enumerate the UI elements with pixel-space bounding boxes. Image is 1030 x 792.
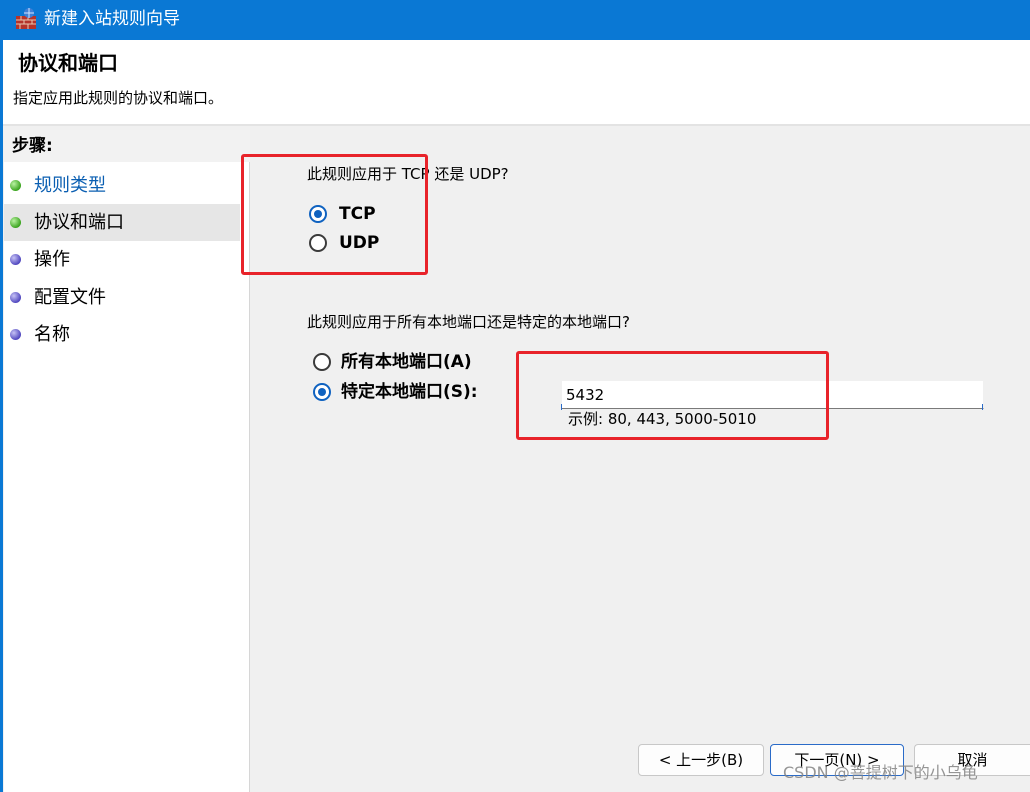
header-divider: [3, 124, 1030, 126]
all-ports-option[interactable]: 所有本地端口(A): [313, 351, 472, 373]
step-label[interactable]: 规则类型: [34, 174, 106, 198]
page-description: 指定应用此规则的协议和端口。: [13, 89, 224, 107]
annotation-box-protocol: [241, 154, 428, 275]
steps-heading: 步骤:: [4, 130, 250, 162]
step-protocol-ports: 协议和端口: [4, 204, 240, 241]
window-left-border: [0, 40, 3, 792]
ports-question: 此规则应用于所有本地端口还是特定的本地端口?: [307, 313, 630, 331]
step-pending-dot-icon: [10, 292, 21, 303]
window-title: 新建入站规则向导: [44, 9, 180, 29]
step-name: 名称: [4, 316, 240, 353]
step-pending-dot-icon: [10, 329, 21, 340]
specific-ports-radio[interactable]: [313, 383, 331, 401]
steps-sidebar: 步骤: 规则类型 协议和端口 操作 配置文件 名称: [4, 130, 250, 792]
firewall-icon: [16, 8, 36, 29]
page-title: 协议和端口: [18, 51, 118, 75]
step-complete-dot-icon: [10, 217, 21, 228]
back-button[interactable]: < 上一步(B): [638, 744, 764, 776]
title-bar[interactable]: 新建入站规则向导: [0, 0, 1030, 40]
input-underline-mark: [982, 404, 983, 410]
step-label: 名称: [34, 323, 70, 345]
wizard-header: 协议和端口 指定应用此规则的协议和端口。: [3, 40, 1030, 124]
all-ports-radio[interactable]: [313, 353, 331, 371]
step-pending-dot-icon: [10, 254, 21, 265]
annotation-box-port: [516, 351, 829, 440]
step-label: 协议和端口: [34, 211, 124, 233]
all-ports-label[interactable]: 所有本地端口(A): [341, 351, 472, 373]
specific-ports-option[interactable]: 特定本地端口(S):: [313, 381, 478, 403]
step-label: 操作: [34, 248, 70, 270]
step-action: 操作: [4, 241, 240, 278]
step-profile: 配置文件: [4, 279, 240, 316]
step-complete-dot-icon: [10, 180, 21, 191]
step-label: 配置文件: [34, 286, 106, 308]
step-rule-type[interactable]: 规则类型: [4, 167, 240, 204]
specific-ports-label[interactable]: 特定本地端口(S):: [341, 381, 478, 403]
watermark: CSDN @菩提树下的小乌龟: [783, 763, 978, 782]
